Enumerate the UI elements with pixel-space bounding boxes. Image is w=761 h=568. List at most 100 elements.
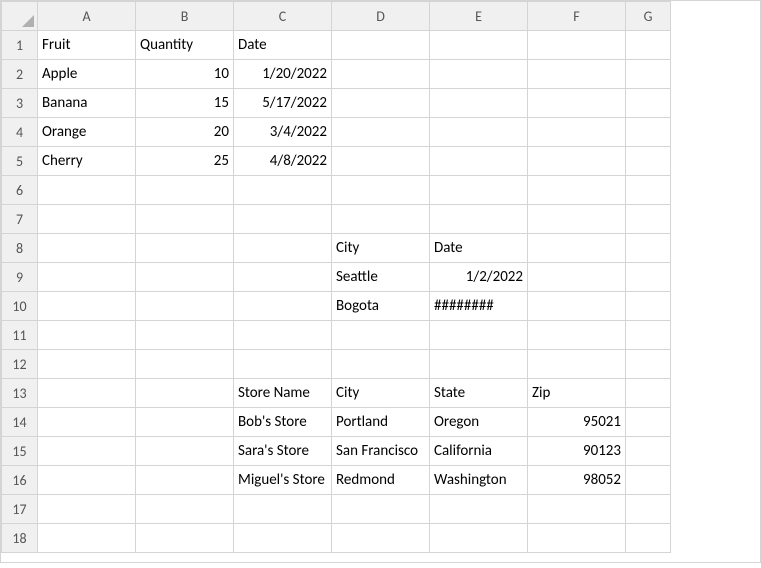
row-header-9[interactable]: 9	[2, 263, 38, 292]
row-header-4[interactable]: 4	[2, 118, 38, 147]
cell-C13[interactable]: Store Name	[234, 379, 332, 408]
cell-A2[interactable]: Apple	[38, 60, 136, 89]
cell-E15[interactable]: California	[430, 437, 528, 466]
select-all-corner[interactable]	[2, 2, 38, 31]
row-header-14[interactable]: 14	[2, 408, 38, 437]
cell-G10[interactable]	[626, 292, 671, 321]
row-header-10[interactable]: 10	[2, 292, 38, 321]
cell-B4[interactable]: 20	[136, 118, 234, 147]
cell-C14[interactable]: Bob's Store	[234, 408, 332, 437]
cell-C8[interactable]	[234, 234, 332, 263]
col-header-E[interactable]: E	[430, 2, 528, 31]
cell-D2[interactable]	[332, 60, 430, 89]
cell-B16[interactable]	[136, 466, 234, 495]
cell-E11[interactable]	[430, 321, 528, 350]
cell-E4[interactable]	[430, 118, 528, 147]
cell-D13[interactable]: City	[332, 379, 430, 408]
row-header-13[interactable]: 13	[2, 379, 38, 408]
cell-A6[interactable]	[38, 176, 136, 205]
cell-E18[interactable]	[430, 524, 528, 553]
cell-G5[interactable]	[626, 147, 671, 176]
cell-E16[interactable]: Washington	[430, 466, 528, 495]
cell-A3[interactable]: Banana	[38, 89, 136, 118]
cell-B13[interactable]	[136, 379, 234, 408]
cell-F17[interactable]	[528, 495, 626, 524]
cell-D6[interactable]	[332, 176, 430, 205]
col-header-C[interactable]: C	[234, 2, 332, 31]
cell-D3[interactable]	[332, 89, 430, 118]
cell-G12[interactable]	[626, 350, 671, 379]
cell-F11[interactable]	[528, 321, 626, 350]
cell-E14[interactable]: Oregon	[430, 408, 528, 437]
cell-G17[interactable]	[626, 495, 671, 524]
cell-C2[interactable]: 1/20/2022	[234, 60, 332, 89]
cell-C16[interactable]: Miguel's Store	[234, 466, 332, 495]
cell-A17[interactable]	[38, 495, 136, 524]
col-header-F[interactable]: F	[528, 2, 626, 31]
row-header-11[interactable]: 11	[2, 321, 38, 350]
cell-B10[interactable]	[136, 292, 234, 321]
cell-G2[interactable]	[626, 60, 671, 89]
cell-B17[interactable]	[136, 495, 234, 524]
cell-F4[interactable]	[528, 118, 626, 147]
cell-E8[interactable]: Date	[430, 234, 528, 263]
cell-D9[interactable]: Seattle	[332, 263, 430, 292]
cell-D15[interactable]: San Francisco	[332, 437, 430, 466]
cell-E12[interactable]	[430, 350, 528, 379]
cell-B15[interactable]	[136, 437, 234, 466]
cell-B11[interactable]	[136, 321, 234, 350]
cell-G16[interactable]	[626, 466, 671, 495]
cell-C6[interactable]	[234, 176, 332, 205]
cell-A10[interactable]	[38, 292, 136, 321]
cell-C12[interactable]	[234, 350, 332, 379]
cell-A12[interactable]	[38, 350, 136, 379]
cell-E5[interactable]	[430, 147, 528, 176]
cell-B18[interactable]	[136, 524, 234, 553]
cell-F1[interactable]	[528, 31, 626, 60]
cell-F10[interactable]	[528, 292, 626, 321]
row-header-6[interactable]: 6	[2, 176, 38, 205]
cell-A18[interactable]	[38, 524, 136, 553]
row-header-2[interactable]: 2	[2, 60, 38, 89]
cell-F13[interactable]: Zip	[528, 379, 626, 408]
cell-C9[interactable]	[234, 263, 332, 292]
cell-F18[interactable]	[528, 524, 626, 553]
row-header-5[interactable]: 5	[2, 147, 38, 176]
row-header-3[interactable]: 3	[2, 89, 38, 118]
cell-G1[interactable]	[626, 31, 671, 60]
cell-A15[interactable]	[38, 437, 136, 466]
cell-F15[interactable]: 90123	[528, 437, 626, 466]
cell-C4[interactable]: 3/4/2022	[234, 118, 332, 147]
cell-B7[interactable]	[136, 205, 234, 234]
cell-F3[interactable]	[528, 89, 626, 118]
cell-D11[interactable]	[332, 321, 430, 350]
cell-A8[interactable]	[38, 234, 136, 263]
cell-A16[interactable]	[38, 466, 136, 495]
cell-E17[interactable]	[430, 495, 528, 524]
cell-A5[interactable]: Cherry	[38, 147, 136, 176]
cell-F7[interactable]	[528, 205, 626, 234]
row-header-12[interactable]: 12	[2, 350, 38, 379]
cell-F9[interactable]	[528, 263, 626, 292]
cell-B8[interactable]	[136, 234, 234, 263]
row-header-7[interactable]: 7	[2, 205, 38, 234]
cell-C18[interactable]	[234, 524, 332, 553]
cell-A4[interactable]: Orange	[38, 118, 136, 147]
cell-B12[interactable]	[136, 350, 234, 379]
cell-B1[interactable]: Quantity	[136, 31, 234, 60]
col-header-A[interactable]: A	[38, 2, 136, 31]
cell-D4[interactable]	[332, 118, 430, 147]
cell-B2[interactable]: 10	[136, 60, 234, 89]
cell-A14[interactable]	[38, 408, 136, 437]
cell-A1[interactable]: Fruit	[38, 31, 136, 60]
col-header-G[interactable]: G	[626, 2, 671, 31]
cell-A9[interactable]	[38, 263, 136, 292]
cell-E7[interactable]	[430, 205, 528, 234]
cell-D16[interactable]: Redmond	[332, 466, 430, 495]
cell-F6[interactable]	[528, 176, 626, 205]
cell-F16[interactable]: 98052	[528, 466, 626, 495]
cell-B14[interactable]	[136, 408, 234, 437]
cell-E10[interactable]: ########	[430, 292, 528, 321]
cell-G3[interactable]	[626, 89, 671, 118]
cell-E9[interactable]: 1/2/2022	[430, 263, 528, 292]
